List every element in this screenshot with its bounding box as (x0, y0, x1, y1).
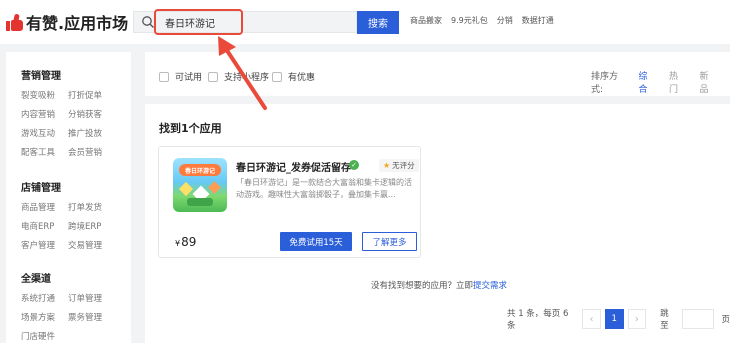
page-button-1[interactable]: 1 (604, 309, 624, 329)
app-description: 「春日环游记」是一款结合大富翁和集卡逻辑的活动游戏。趣味性大富翁掷骰子，叠加集卡… (236, 178, 412, 199)
submit-request-link[interactable]: 提交需求 (473, 281, 507, 291)
free-trial-button[interactable]: 免费试用15天 (280, 232, 352, 251)
filter-label: 有优惠 (288, 73, 316, 83)
pagination: 共 1 条，每页 6 条 ‹ 1 › 跳至 页 (507, 309, 730, 331)
sidebar-item[interactable]: 跨境ERP (68, 220, 115, 233)
price-value: 89 (181, 235, 197, 249)
result-count-title: 找到1个应用 (159, 122, 222, 135)
app-icon[interactable]: 春日环游记 (173, 158, 227, 212)
filter-label: 可试用 (175, 73, 203, 83)
highlight-box (154, 9, 243, 35)
sidebar-item[interactable]: 会员营销 (68, 146, 115, 159)
filter-label: 支持小程序 (224, 73, 270, 83)
sidebar-item[interactable]: 电商ERP (21, 220, 68, 233)
sidebar-item[interactable]: 内容营销 (21, 108, 68, 121)
checkbox[interactable] (159, 71, 169, 82)
hot-link[interactable]: 数据打通 (522, 15, 554, 26)
app-icon-banner: 春日环游记 (179, 164, 221, 176)
filter-bar: 可试用 支持小程序 有优惠 排序方式: 综合 热门 新品 (145, 52, 730, 96)
currency-symbol: ¥ (175, 239, 181, 248)
sidebar-item[interactable]: 票务管理 (68, 311, 115, 324)
sidebar-item[interactable]: 打折促单 (68, 89, 115, 102)
sidebar-item[interactable]: 配客工具 (21, 146, 68, 159)
sidebar-item[interactable]: 订单管理 (68, 292, 115, 305)
sidebar-item[interactable]: 场景方案 (21, 311, 68, 324)
sidebar-group-store: 店铺管理 商品管理 打单发货 电商ERP 跨境ERP 客户管理 交易管理 (21, 179, 115, 252)
app-price: ¥89 (175, 235, 196, 249)
search-icon (142, 16, 154, 28)
sidebar-item[interactable]: 客户管理 (21, 239, 68, 252)
sidebar-item[interactable]: 门店硬件 (21, 330, 68, 343)
sidebar-group-title[interactable]: 营销管理 (21, 67, 115, 82)
checkbox[interactable] (272, 71, 282, 82)
next-page-button[interactable]: › (627, 309, 647, 329)
hot-link[interactable]: 分销 (497, 15, 513, 26)
page-jump-input[interactable] (681, 309, 714, 329)
pagination-summary: 共 1 条，每页 6 条 (507, 309, 569, 331)
sort-label: 排序方式: (591, 72, 619, 95)
not-found-hint: 没有找到想要的应用？立即提交需求 (371, 279, 507, 291)
sort-options: 排序方式: 综合 热门 新品 (591, 69, 730, 95)
app-name[interactable]: 春日环游记_发券促活留存 (236, 159, 351, 174)
logo-text: 有赞.应用市场 (26, 14, 129, 33)
sidebar-group-omnichannel: 全渠道 系统打通 订单管理 场景方案 票务管理 门店硬件 (21, 270, 115, 343)
sidebar-item[interactable]: 交易管理 (68, 239, 115, 252)
sidebar-item[interactable]: 分销获客 (68, 108, 115, 121)
hot-link[interactable]: 9.9元礼包 (451, 15, 488, 26)
learn-more-button[interactable]: 了解更多 (362, 232, 417, 251)
sort-option-general[interactable]: 综合 (638, 69, 653, 95)
filter-trial[interactable]: 可试用 (159, 70, 202, 83)
sidebar-item[interactable]: 游戏互动 (21, 127, 68, 140)
sort-option-new[interactable]: 新品 (699, 69, 714, 95)
top-header: 有赞.应用市场 搜索 商品搬家 9.9元礼包 分销 数据打通 (0, 0, 730, 44)
sidebar-item[interactable]: 打单发货 (68, 201, 115, 214)
not-found-text: 没有找到想要的应用？立即 (371, 281, 474, 291)
sidebar-item[interactable]: 商品管理 (21, 201, 68, 214)
category-sidebar: 营销管理 裂变吸粉 打折促单 内容营销 分销获客 游戏互动 推广投放 配客工具 … (6, 52, 131, 343)
sidebar-group-title[interactable]: 店铺管理 (21, 179, 115, 194)
sidebar-group-marketing: 营销管理 裂变吸粉 打折促单 内容营销 分销获客 游戏互动 推广投放 配客工具 … (21, 67, 115, 159)
sidebar-group-title[interactable]: 全渠道 (21, 270, 115, 285)
filter-discount[interactable]: 有优惠 (272, 70, 315, 83)
rating-badge: ★ 无评分 (379, 159, 419, 172)
app-card[interactable]: 春日环游记 春日环游记_发券促活留存 ✓ ★ 无评分 「春日环游记」是一款结合大… (158, 146, 421, 258)
sort-option-hot[interactable]: 热门 (669, 69, 684, 95)
verified-icon: ✓ (349, 160, 359, 170)
rating-text: 无评分 (392, 161, 415, 170)
sidebar-item[interactable]: 系统打通 (21, 292, 68, 305)
sidebar-item[interactable]: 推广投放 (68, 127, 115, 140)
search-button[interactable]: 搜索 (357, 11, 399, 34)
filter-miniprogram[interactable]: 支持小程序 (208, 70, 269, 83)
hot-links: 商品搬家 9.9元礼包 分销 数据打通 (410, 15, 554, 26)
sidebar-item[interactable]: 裂变吸粉 (21, 89, 68, 102)
jump-label: 跳至 (660, 309, 669, 331)
results-panel: 找到1个应用 春日环游记 春日环游记_发券促活留存 ✓ ★ 无评分 「春日环游记… (145, 104, 730, 343)
hot-link[interactable]: 商品搬家 (410, 15, 442, 26)
prev-page-button[interactable]: ‹ (582, 309, 601, 329)
star-icon: ★ (383, 161, 391, 170)
checkbox[interactable] (208, 71, 218, 82)
page-suffix: 页 (721, 315, 730, 325)
thumbs-up-icon (6, 13, 23, 31)
logo[interactable]: 有赞.应用市场 (6, 10, 128, 34)
